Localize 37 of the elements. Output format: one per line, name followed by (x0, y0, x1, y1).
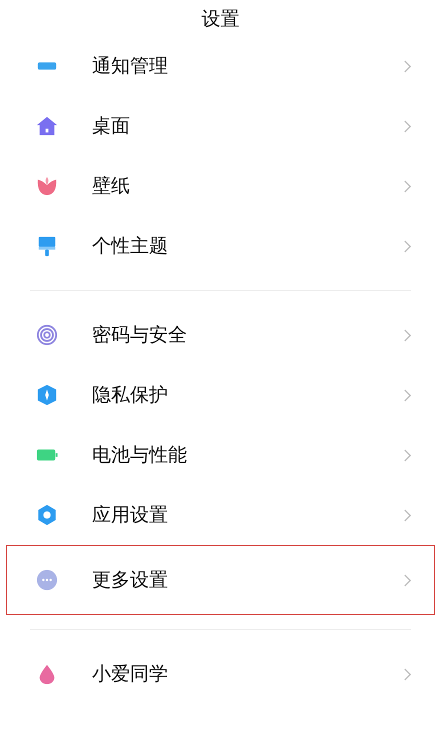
chevron-right-icon (403, 178, 412, 194)
settings-item[interactable]: 密码与安全 (6, 305, 435, 365)
chevron-right-icon (403, 572, 412, 588)
more-icon (36, 569, 58, 591)
paint-brush-icon (36, 235, 58, 257)
gear-icon (36, 504, 58, 526)
settings-item[interactable]: 电池与性能 (6, 425, 435, 485)
item-label: 个性主题 (92, 234, 169, 259)
chevron-right-icon (403, 58, 412, 74)
item-label: 隐私保护 (92, 383, 169, 408)
settings-item[interactable]: 桌面 (6, 96, 435, 156)
chevron-right-icon (403, 666, 412, 682)
item-label: 更多设置 (92, 568, 169, 593)
chevron-right-icon (403, 118, 412, 134)
chevron-right-icon (403, 508, 412, 522)
chevron-right-icon (403, 328, 412, 342)
item-label: 应用设置 (92, 503, 169, 528)
item-label: 密码与安全 (92, 323, 188, 348)
settings-item[interactable]: 应用设置 (6, 485, 435, 545)
item-label: 通知管理 (92, 54, 169, 79)
settings-item[interactable]: 壁纸 (6, 156, 435, 216)
settings-item[interactable]: 隐私保护 (6, 365, 435, 425)
chevron-right-icon (403, 448, 412, 462)
settings-item[interactable]: 更多设置 (6, 545, 435, 615)
item-label: 小爱同学 (92, 662, 169, 687)
item-label: 桌面 (92, 114, 131, 139)
shield-icon (36, 384, 58, 406)
item-label: 电池与性能 (92, 443, 188, 468)
house-icon (36, 115, 58, 137)
page-title: 设置 (200, 7, 240, 32)
tulip-icon (36, 175, 58, 197)
settings-item[interactable]: 小爱同学 (6, 644, 435, 704)
chevron-right-icon (403, 388, 412, 402)
settings-item[interactable]: 通知管理 (6, 36, 435, 96)
item-label: 壁纸 (92, 174, 131, 199)
chevron-right-icon (403, 238, 412, 254)
settings-item[interactable]: 个性主题 (6, 216, 435, 276)
